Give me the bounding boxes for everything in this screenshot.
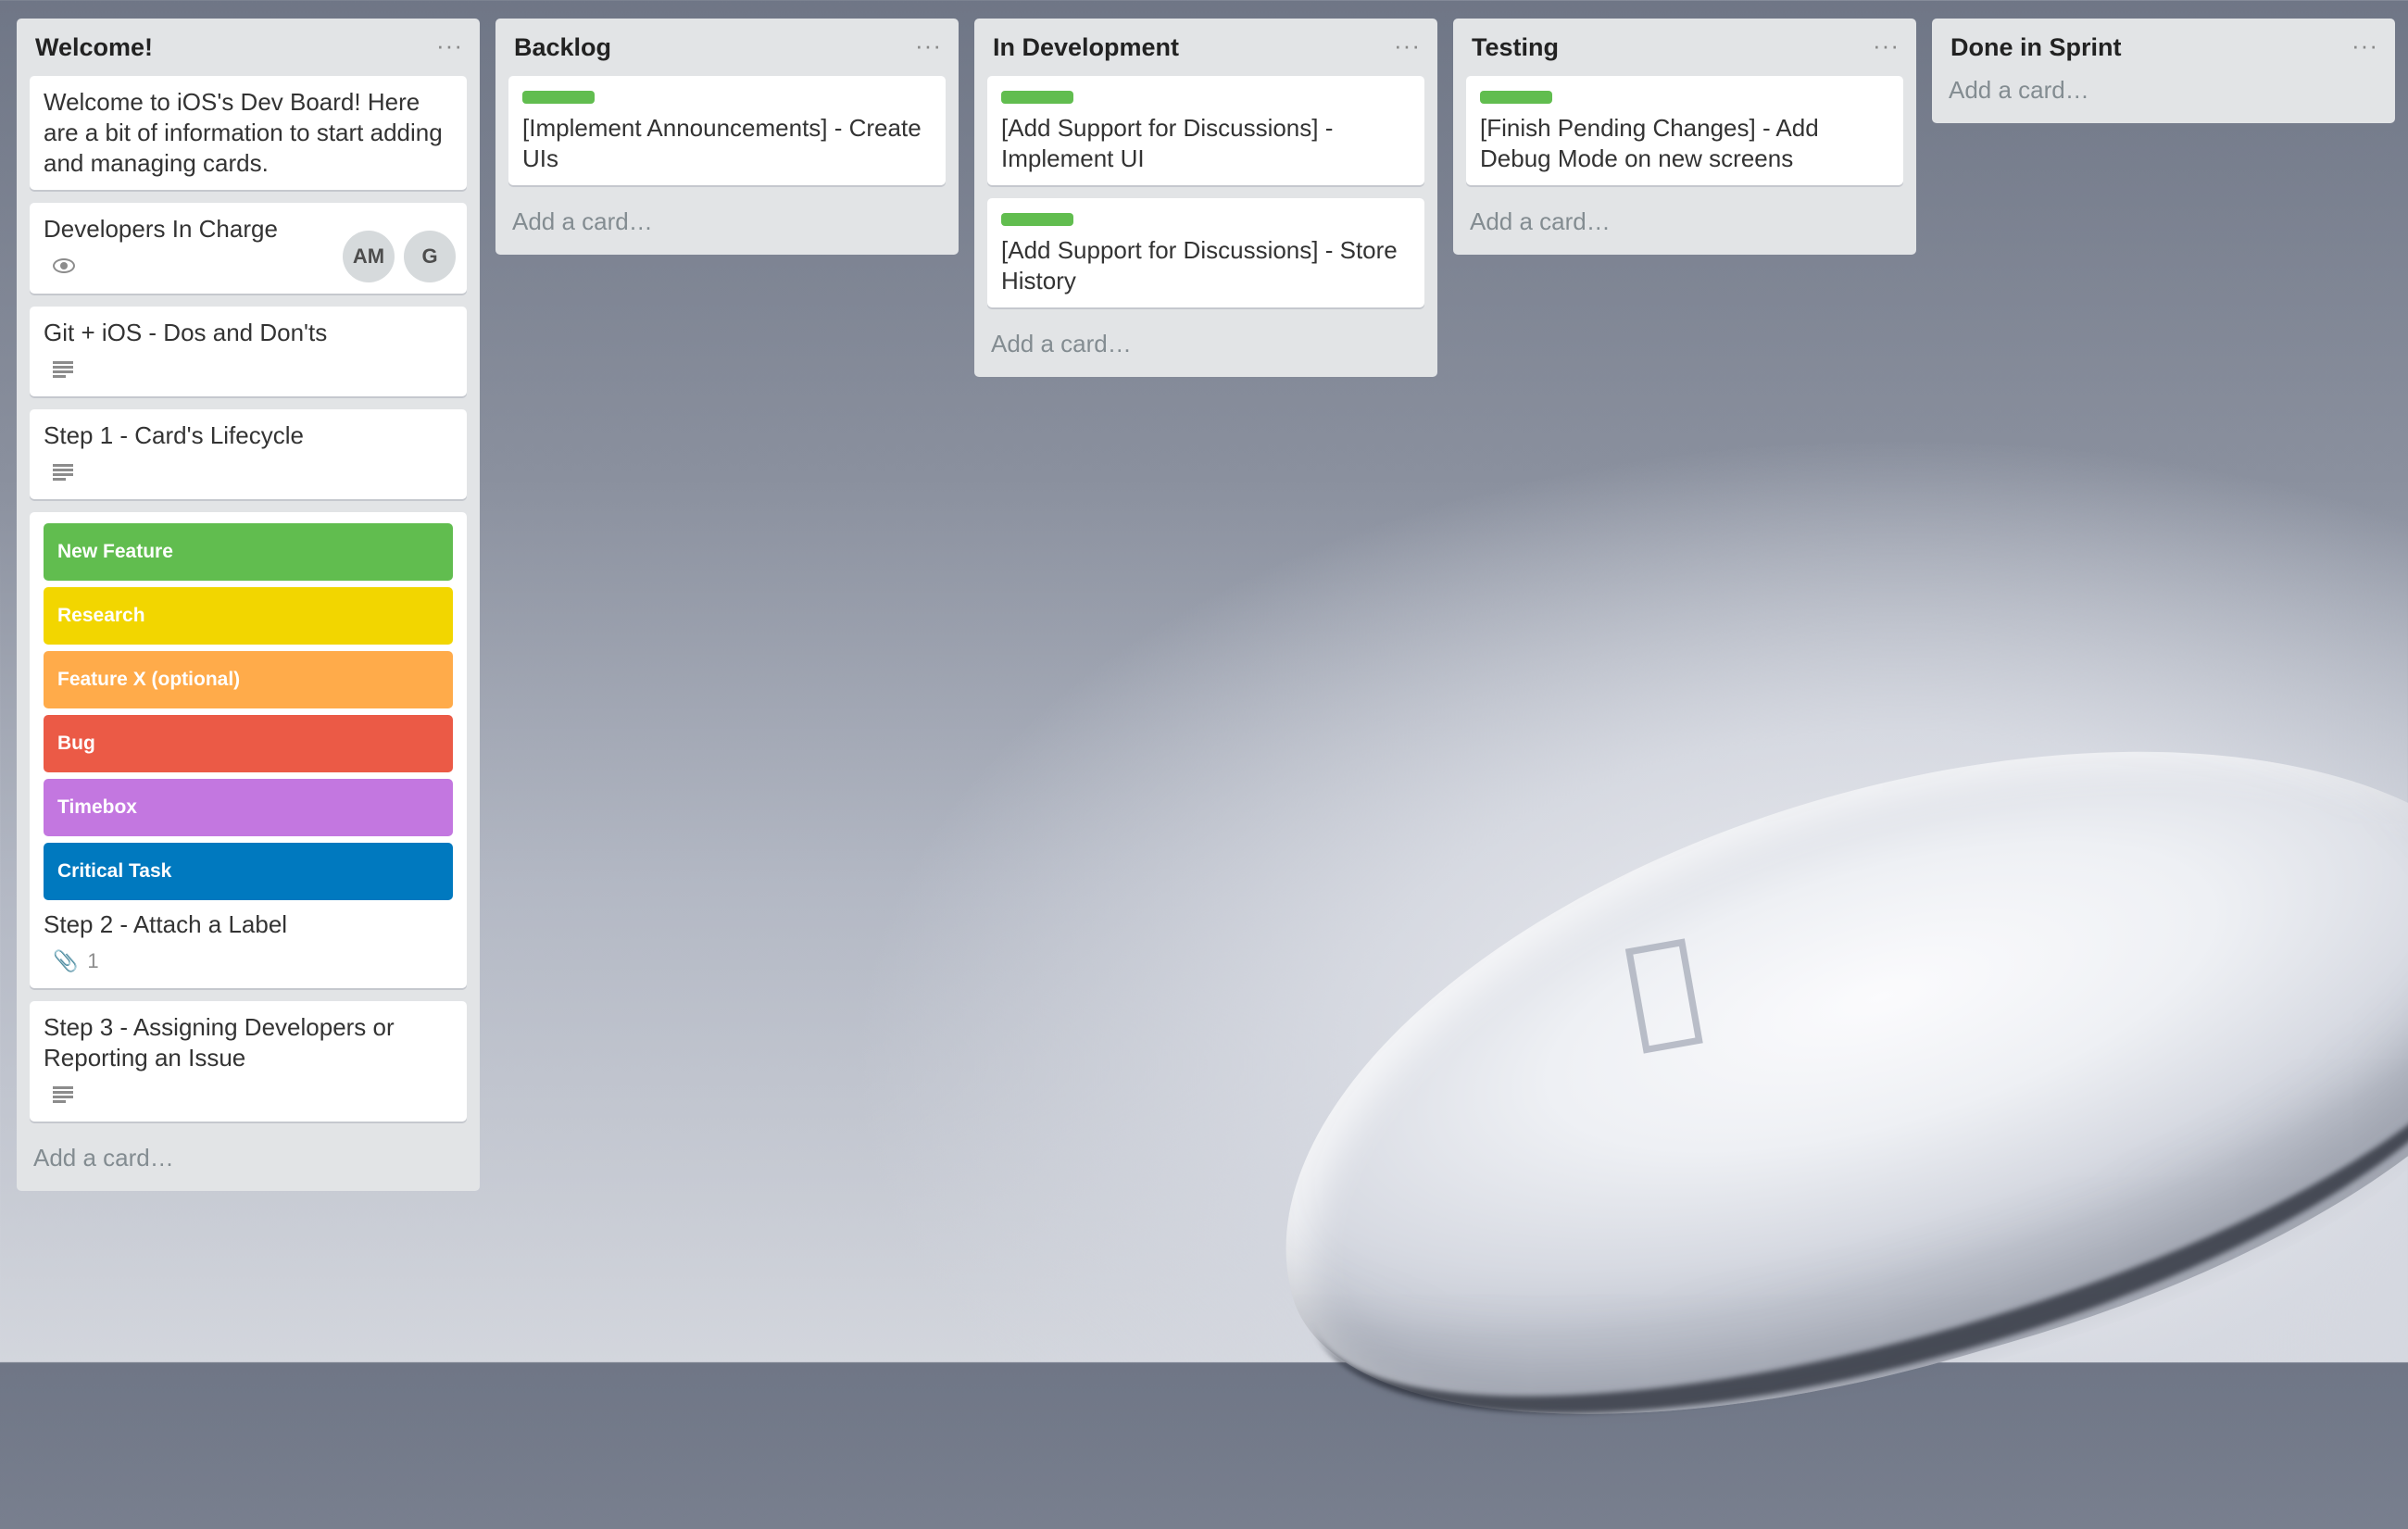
card-title: [Add Support for Discussions] - Store Hi…: [1001, 236, 1398, 295]
list-title[interactable]: Backlog: [514, 33, 611, 62]
card-title: [Finish Pending Changes] - Add Debug Mod…: [1480, 114, 1819, 172]
list-welcome: Welcome! ··· Welcome to iOS's Dev Board!…: [17, 19, 480, 1191]
label-bug[interactable]: Bug: [44, 715, 453, 772]
list-testing: Testing ··· [Finish Pending Changes] - A…: [1453, 19, 1916, 255]
card-list: [Finish Pending Changes] - Add Debug Mod…: [1453, 76, 1916, 185]
card-title: Git + iOS - Dos and Don'ts: [44, 319, 328, 346]
list-title[interactable]: Testing: [1472, 33, 1559, 62]
list-in-development: In Development ··· [Add Support for Disc…: [974, 19, 1437, 377]
description-icon: [44, 361, 73, 378]
paperclip-icon: 📎: [53, 949, 79, 972]
card-badges: [44, 1079, 453, 1110]
card-welcome-intro[interactable]: Welcome to iOS's Dev Board! Here are a b…: [30, 76, 467, 190]
list-title[interactable]: Welcome!: [35, 33, 153, 62]
ellipsis-icon[interactable]: ···: [915, 31, 942, 60]
card-discussions-implement-ui[interactable]: [Add Support for Discussions] - Implemen…: [987, 76, 1424, 185]
card-list: [Add Support for Discussions] - Implemen…: [974, 76, 1437, 307]
card-list: [Implement Announcements] - Create UIs: [495, 76, 959, 185]
card-discussions-store-history[interactable]: [Add Support for Discussions] - Store Hi…: [987, 198, 1424, 307]
card-badges: [44, 354, 453, 385]
card-label-green: [1001, 213, 1073, 226]
card-git-ios[interactable]: Git + iOS - Dos and Don'ts: [30, 307, 467, 396]
list-header: In Development ···: [974, 19, 1437, 76]
card-title: [Add Support for Discussions] - Implemen…: [1001, 114, 1334, 172]
ellipsis-icon[interactable]: ···: [436, 31, 463, 60]
avatar[interactable]: G: [404, 231, 456, 282]
card-finish-pending-changes[interactable]: [Finish Pending Changes] - Add Debug Mod…: [1466, 76, 1903, 185]
add-card-button[interactable]: Add a card…: [17, 1134, 480, 1185]
card-list: Welcome to iOS's Dev Board! Here are a b…: [17, 76, 480, 1122]
card-members: AM G: [343, 231, 456, 282]
label-research[interactable]: Research: [44, 587, 453, 645]
eye-icon: [53, 258, 75, 273]
ellipsis-icon[interactable]: ···: [2352, 31, 2378, 60]
label-feature-x[interactable]: Feature X (optional): [44, 651, 453, 708]
add-card-button[interactable]: Add a card…: [1932, 76, 2395, 118]
description-icon: [44, 1086, 73, 1103]
list-header: Done in Sprint ···: [1932, 19, 2395, 76]
card-badges: [44, 457, 453, 488]
card-step-3[interactable]: Step 3 - Assigning Developers or Reporti…: [30, 1001, 467, 1122]
add-card-button[interactable]: Add a card…: [495, 198, 959, 249]
ellipsis-icon[interactable]: ···: [1873, 31, 1900, 60]
board: Welcome! ··· Welcome to iOS's Dev Board!…: [17, 19, 2395, 1191]
card-step-1[interactable]: Step 1 - Card's Lifecycle: [30, 409, 467, 499]
list-header: Welcome! ···: [17, 19, 480, 76]
list-done-in-sprint: Done in Sprint ··· Add a card…: [1932, 19, 2395, 123]
card-step-2[interactable]: New Feature Research Feature X (optional…: [30, 512, 467, 988]
card-label-green: [1001, 91, 1073, 104]
description-icon: [44, 464, 73, 481]
card-developers-in-charge[interactable]: Developers In Charge AM G: [30, 203, 467, 294]
label-timebox[interactable]: Timebox: [44, 779, 453, 836]
card-label-green: [522, 91, 595, 104]
list-backlog: Backlog ··· [Implement Announcements] - …: [495, 19, 959, 255]
card-badges: 📎 1: [44, 946, 453, 977]
card-title: Step 2 - Attach a Label: [44, 910, 288, 938]
label-new-feature[interactable]: New Feature: [44, 523, 453, 581]
ellipsis-icon[interactable]: ···: [1394, 31, 1421, 60]
list-title[interactable]: In Development: [993, 33, 1179, 62]
list-header: Backlog ···: [495, 19, 959, 76]
add-card-button[interactable]: Add a card…: [974, 320, 1437, 371]
card-implement-announcements[interactable]: [Implement Announcements] - Create UIs: [508, 76, 946, 185]
avatar[interactable]: AM: [343, 231, 395, 282]
attachment-count: 1: [87, 949, 99, 972]
card-title: Welcome to iOS's Dev Board! Here are a b…: [44, 88, 443, 177]
list-header: Testing ···: [1453, 19, 1916, 76]
label-critical-task[interactable]: Critical Task: [44, 843, 453, 900]
list-title[interactable]: Done in Sprint: [1950, 33, 2122, 62]
card-label-green: [1480, 91, 1552, 104]
add-card-button[interactable]: Add a card…: [1453, 198, 1916, 249]
card-title: [Implement Announcements] - Create UIs: [522, 114, 922, 172]
card-title: Step 3 - Assigning Developers or Reporti…: [44, 1013, 395, 1072]
card-title: Step 1 - Card's Lifecycle: [44, 421, 304, 449]
